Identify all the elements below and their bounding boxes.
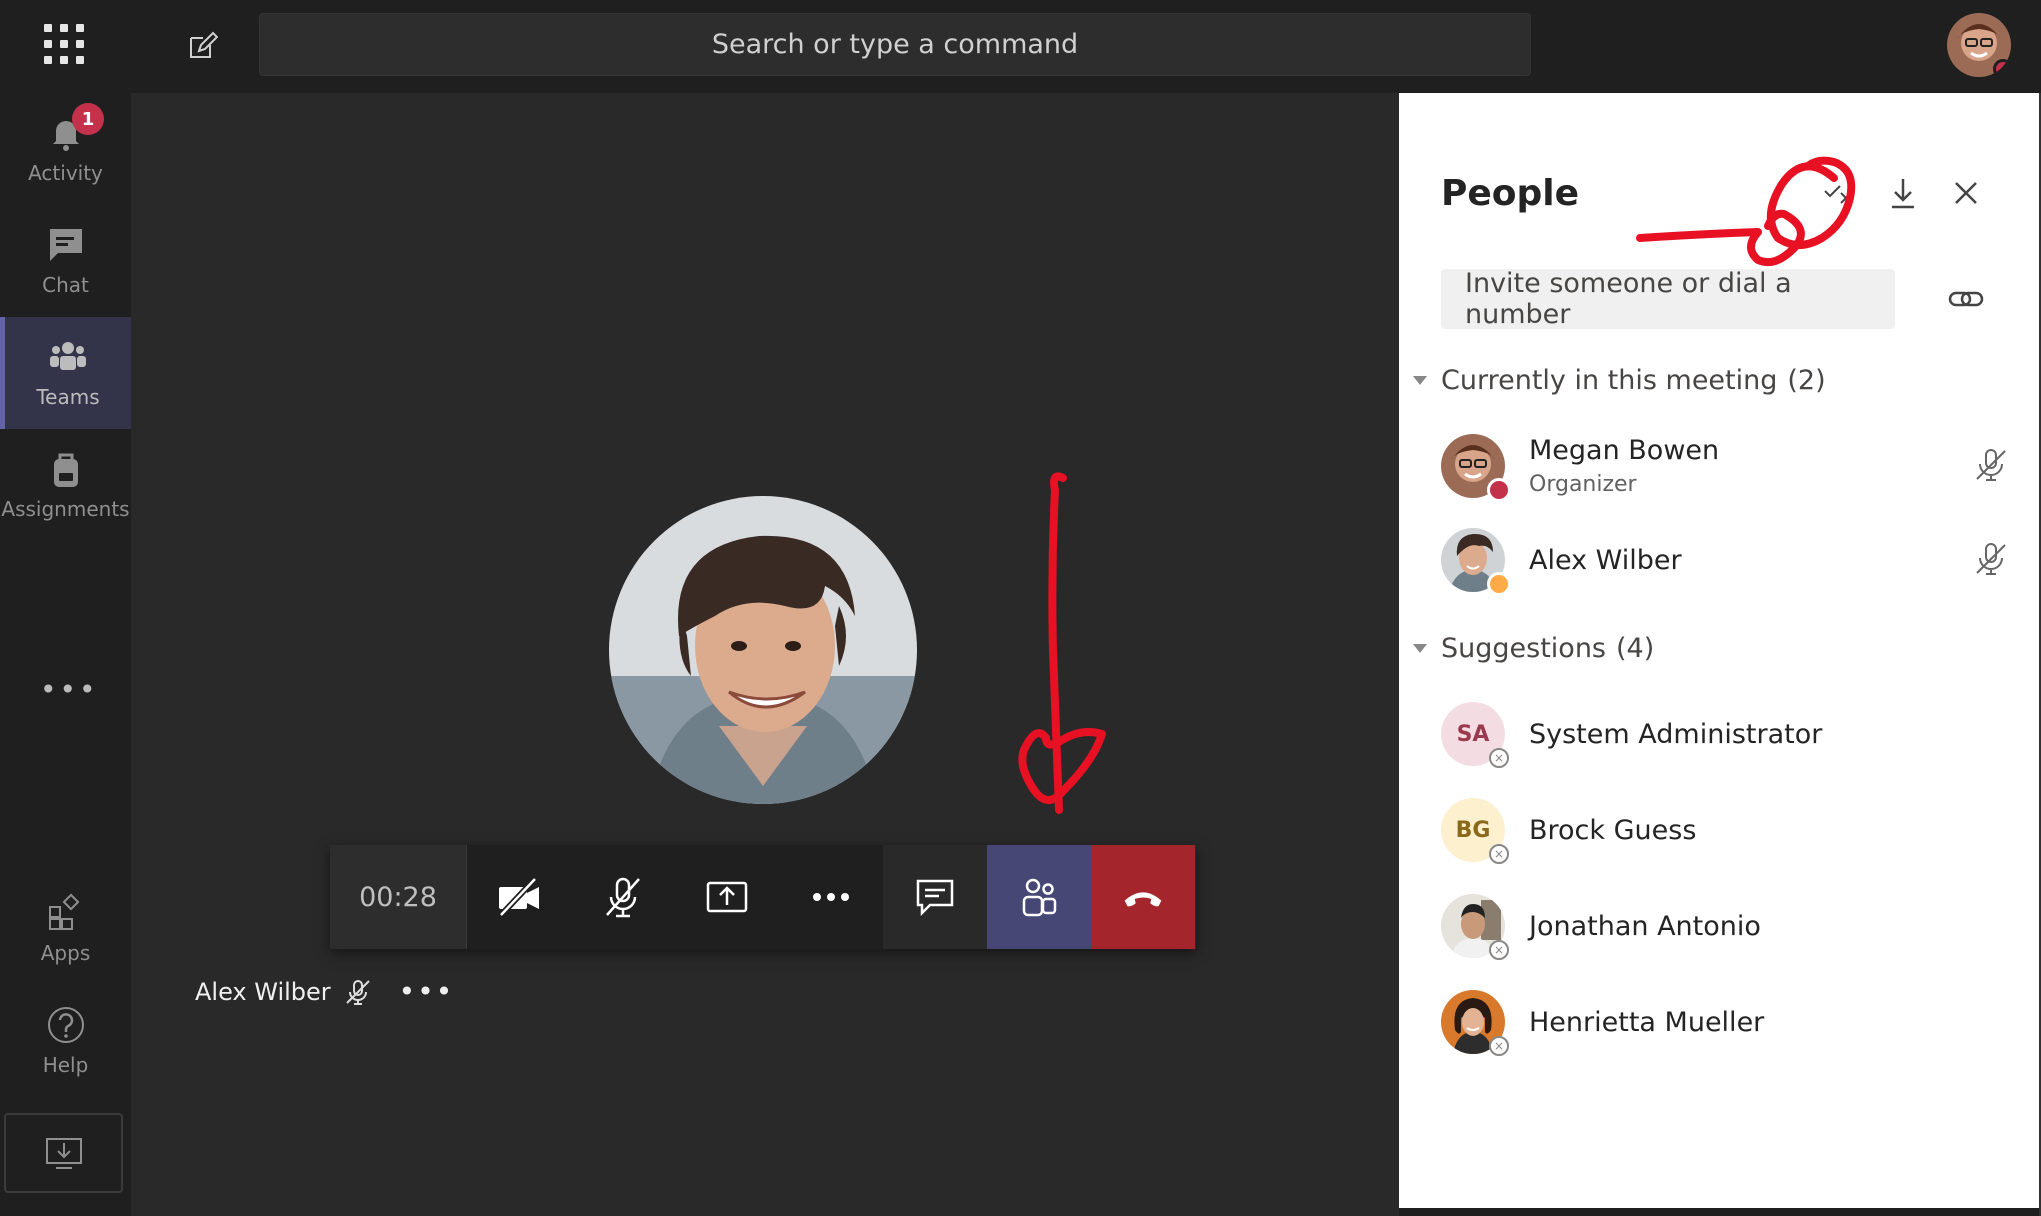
show-participants-button[interactable] [987, 845, 1091, 949]
participant-more-button[interactable]: ••• [399, 975, 455, 1008]
section-count: (2) [1787, 365, 1826, 396]
copy-join-link-icon[interactable] [1946, 279, 1986, 319]
suggestions-header[interactable]: Suggestions (4) [1413, 633, 1654, 664]
rail-label: Activity [28, 161, 103, 185]
share-icon [706, 881, 748, 913]
offline-status-icon: × [1489, 1036, 1509, 1056]
meeting-chat-button[interactable] [883, 845, 987, 949]
top-bar: Search or type a command [0, 0, 2041, 93]
participant-row[interactable]: Megan Bowen Organizer [1441, 431, 2011, 502]
rail-item-chat[interactable]: Chat [0, 205, 131, 317]
backpack-icon [53, 453, 78, 487]
apps-icon [48, 893, 79, 930]
people-icon [1022, 878, 1057, 917]
download-icon [45, 1138, 82, 1169]
participant-name: System Administrator [1529, 718, 1823, 750]
more-apps-button[interactable]: ••• [40, 673, 99, 706]
rail-label: Teams [36, 385, 100, 409]
rail-item-apps[interactable]: Apps [0, 873, 131, 985]
invite-input[interactable]: Invite someone or dial a number [1441, 268, 1895, 330]
participant-name: Alex Wilber [1529, 544, 1682, 576]
chat-icon [916, 879, 954, 917]
rail-label: Apps [40, 941, 91, 965]
help-icon [47, 1007, 84, 1043]
avatar: BG × [1441, 798, 1509, 864]
participant-name: Alex Wilber [195, 977, 331, 1006]
rail-item-assignments[interactable]: Assignments [0, 429, 131, 541]
call-controls-bar: 00:28 [330, 845, 1196, 949]
suggestion-row[interactable]: SA × System Administrator [1441, 699, 2011, 769]
rail-item-teams[interactable]: Teams [0, 317, 131, 429]
panel-title: People [1441, 173, 1580, 214]
hang-up-icon [1124, 892, 1162, 907]
app-launcher-icon[interactable] [44, 24, 84, 64]
participant-name: Brock Guess [1529, 814, 1697, 846]
camera-toggle-button[interactable] [467, 845, 571, 949]
people-panel: People Invite someone or dial a number C… [1399, 93, 2039, 1208]
collapse-caret-icon [1413, 644, 1427, 653]
participant-name-tag: Alex Wilber ••• [195, 975, 454, 1008]
avatar [1441, 434, 1511, 502]
camera-off-icon [498, 876, 539, 918]
mic-off-icon [1971, 539, 2011, 579]
close-icon[interactable] [1946, 173, 1986, 213]
search-input[interactable]: Search or type a command [259, 13, 1531, 76]
teams-app: Search or type a command Activity 1 Chat [0, 0, 2041, 1216]
rail-item-activity[interactable]: Activity 1 [0, 93, 131, 205]
avatar: SA × [1441, 702, 1509, 768]
participant-role: Organizer [1529, 472, 1637, 497]
chat-icon [49, 229, 82, 261]
participant-avatar [609, 496, 917, 804]
participant-row[interactable]: Alex Wilber [1441, 525, 2011, 596]
suggestion-row[interactable]: × Jonathan Antonio [1441, 891, 2011, 961]
participant-name: Megan Bowen [1529, 435, 1720, 466]
download-app-button[interactable] [4, 1113, 123, 1193]
current-participants-header[interactable]: Currently in this meeting (2) [1413, 365, 1826, 396]
hang-up-button[interactable] [1091, 845, 1195, 949]
rail-label: Assignments [1, 497, 130, 521]
call-timer: 00:28 [330, 845, 467, 949]
avatar [1441, 528, 1511, 596]
more-actions-button[interactable] [779, 845, 883, 949]
suggestion-row[interactable]: × Henrietta Mueller [1441, 987, 2011, 1057]
offline-status-icon: × [1489, 844, 1509, 864]
new-chat-icon[interactable] [186, 30, 219, 62]
participant-name: Jonathan Antonio [1529, 910, 1761, 942]
away-status-icon [1487, 572, 1511, 596]
offline-status-icon: × [1489, 940, 1509, 960]
share-screen-button[interactable] [675, 845, 779, 949]
call-stage: 00:28 Alex Wilber ••• [131, 93, 1399, 1216]
profile-avatar[interactable] [1947, 13, 2011, 77]
section-label: Currently in this meeting [1441, 365, 1778, 396]
collapse-caret-icon [1413, 376, 1427, 385]
mic-toggle-button[interactable] [571, 845, 675, 949]
rail-label: Help [42, 1053, 89, 1077]
section-count: (4) [1616, 633, 1655, 664]
rail-label: Chat [42, 273, 89, 297]
notification-badge: 1 [72, 103, 104, 135]
mic-off-icon [1971, 445, 2011, 485]
teams-icon [50, 342, 86, 370]
rail-item-help[interactable]: Help [0, 985, 131, 1097]
mic-off-icon [606, 877, 640, 918]
mute-all-icon[interactable] [1819, 173, 1859, 213]
busy-status-icon [1993, 59, 2011, 77]
offline-status-icon: × [1489, 748, 1509, 768]
busy-status-icon [1487, 478, 1511, 502]
avatar: × [1441, 894, 1509, 960]
left-rail: Activity 1 Chat Teams Assignments ••• Ap… [0, 93, 131, 1216]
participant-name: Henrietta Mueller [1529, 1006, 1765, 1038]
ellipsis-icon [813, 893, 849, 901]
mic-off-icon [345, 979, 370, 1005]
avatar: × [1441, 990, 1509, 1056]
suggestion-row[interactable]: BG × Brock Guess [1441, 795, 2011, 865]
section-label: Suggestions [1441, 633, 1606, 664]
download-attendance-icon[interactable] [1883, 173, 1923, 213]
